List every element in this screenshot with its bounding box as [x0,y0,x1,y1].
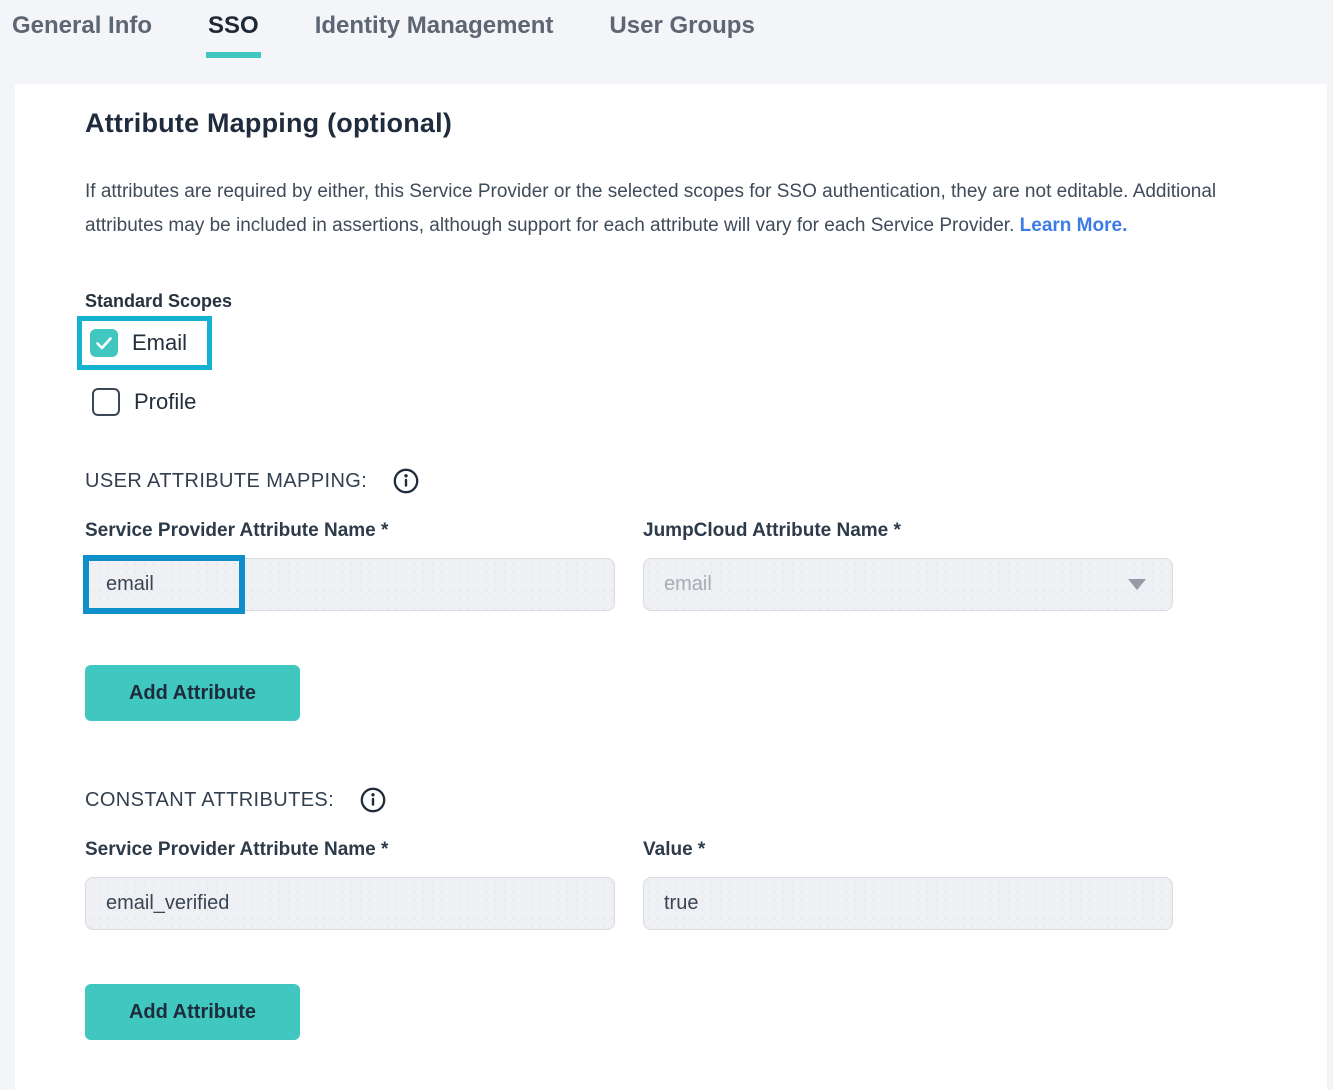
info-icon[interactable] [393,468,419,494]
tab-general-info[interactable]: General Info [10,12,154,58]
tab-bar: General Info SSO Identity Management Use… [0,0,1333,84]
checkmark-icon [94,333,114,353]
add-constant-attribute-button[interactable]: Add Attribute [85,984,300,1040]
constant-attributes-heading: CONSTANT ATTRIBUTES: [85,787,1327,813]
chevron-down-icon [1128,579,1146,590]
constant-sp-attribute-name-input[interactable] [85,877,615,930]
sso-attribute-mapping-panel: Attribute Mapping (optional) If attribut… [15,84,1327,1090]
user-attribute-mapping-heading: USER ATTRIBUTE MAPPING: [85,468,1327,494]
tab-sso[interactable]: SSO [206,12,261,58]
constant-value-input[interactable] [643,877,1173,930]
email-checkbox-label: Email [132,330,187,356]
standard-scopes-label: Standard Scopes [85,291,1327,312]
info-icon[interactable] [360,787,386,813]
constant-attributes-title: CONSTANT ATTRIBUTES: [85,789,334,812]
constant-value-label: Value * [643,839,1173,861]
email-checkbox[interactable] [90,329,118,357]
tab-identity-management[interactable]: Identity Management [313,12,556,58]
description-text: If attributes are required by either, th… [85,175,1240,243]
profile-checkbox[interactable] [92,388,120,416]
email-scope-row: Email [90,329,187,357]
constant-sp-attribute-name-label: Service Provider Attribute Name * [85,839,615,861]
profile-checkbox-label: Profile [134,389,196,415]
email-scope-highlight-box: Email [77,316,212,370]
sp-attribute-name-input[interactable] [85,558,615,611]
learn-more-link[interactable]: Learn More. [1020,215,1128,236]
user-attribute-mapping-title: USER ATTRIBUTE MAPPING: [85,470,367,493]
sp-attribute-name-label: Service Provider Attribute Name * [85,520,615,542]
tab-user-groups[interactable]: User Groups [607,12,756,58]
jumpcloud-attribute-select[interactable]: email [643,558,1173,611]
add-user-attribute-button[interactable]: Add Attribute [85,665,300,721]
profile-scope-row: Profile [92,388,1327,416]
page-title: Attribute Mapping (optional) [85,108,1327,139]
jumpcloud-attribute-name-label: JumpCloud Attribute Name * [643,520,1173,542]
jumpcloud-attribute-placeholder: email [664,573,712,596]
